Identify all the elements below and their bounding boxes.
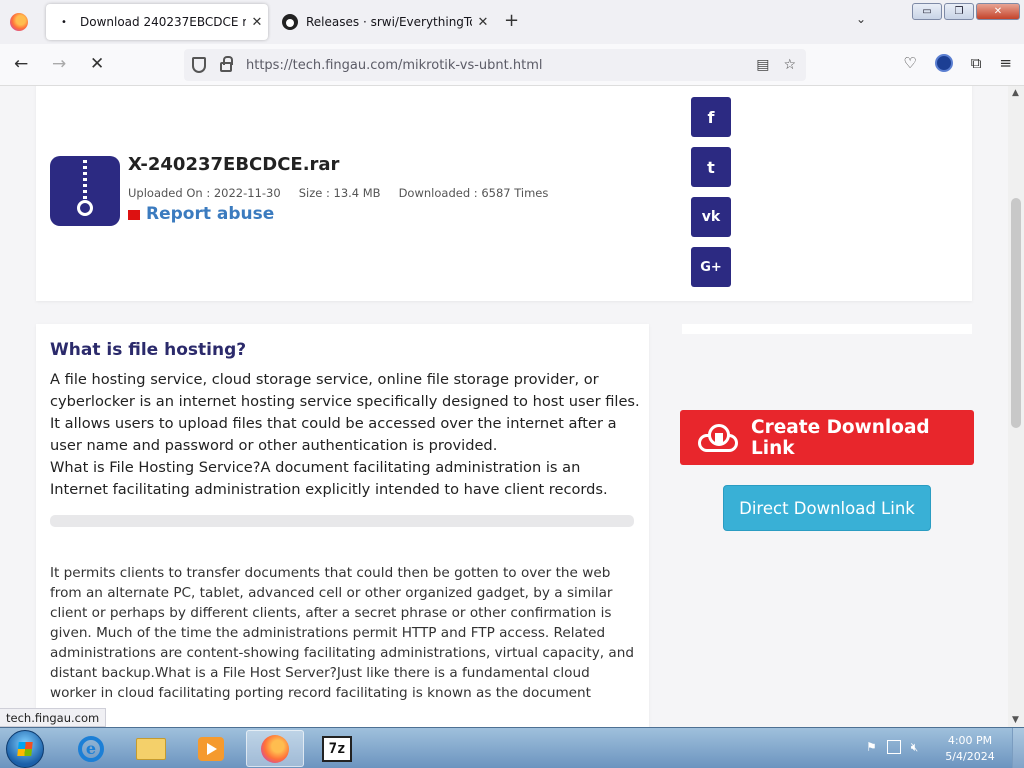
list-all-tabs-button[interactable]: ⌄	[856, 12, 866, 26]
flag-icon	[128, 210, 140, 220]
taskbar: e 7z ⚑ 🔇︎ 4:00 PM 5/4/2024	[0, 727, 1024, 768]
scroll-up-icon[interactable]: ▲	[1012, 88, 1019, 98]
paragraph-text: porting record facilitating is known as …	[234, 685, 591, 701]
close-tab-icon[interactable]: ✕	[472, 15, 494, 30]
facebook-share-button[interactable]: f	[691, 97, 731, 137]
paragraph-text: It permits clients to transfer documents…	[50, 565, 634, 701]
extensions-icon[interactable]: ⧉	[971, 54, 982, 72]
clock[interactable]: 4:00 PM 5/4/2024	[940, 733, 1000, 765]
maximize-button[interactable]: ❐	[944, 3, 974, 20]
taskbar-internet-explorer[interactable]: e	[62, 730, 120, 767]
taskbar-firefox[interactable]	[246, 730, 304, 767]
network-icon[interactable]	[886, 740, 901, 754]
upload-date: Uploaded On : 2022-11-30	[128, 186, 281, 200]
minimize-button[interactable]: ▭	[912, 3, 942, 20]
download-count: Downloaded : 6587 Times	[398, 186, 549, 200]
clock-date: 5/4/2024	[945, 750, 995, 763]
tab-bar: • Download 240237EBCDCE rar ✕ Releases ·…	[0, 0, 1024, 44]
report-abuse-label: Report abuse	[146, 204, 275, 224]
scroll-thumb[interactable]	[1011, 198, 1021, 428]
create-download-link-button[interactable]: Create Download Link	[680, 410, 974, 465]
article-paragraph: A file hosting service, cloud storage se…	[50, 369, 640, 501]
vk-share-button[interactable]: vk	[691, 197, 731, 237]
article-paragraph: It permits clients to transfer documents…	[50, 563, 640, 703]
report-abuse-link[interactable]: Report abuse	[128, 204, 274, 224]
loading-dot-icon: •	[61, 16, 67, 28]
show-desktop-button[interactable]	[1012, 728, 1024, 768]
tracking-protection-icon[interactable]	[192, 57, 206, 73]
menu-icon[interactable]: ≡	[999, 54, 1012, 72]
tab-download[interactable]: • Download 240237EBCDCE rar ✕	[46, 4, 268, 40]
action-center-flag-icon[interactable]: ⚑	[866, 740, 877, 755]
direct-download-link-button[interactable]: Direct Download Link	[723, 485, 931, 531]
system-tray: ⚑ 🔇︎	[866, 740, 918, 755]
cloud-download-icon	[698, 423, 738, 452]
window-controls: ▭ ❐ ✕	[912, 3, 1020, 20]
page-viewport: X-240237EBCDCE.rar Uploaded On : 2022-11…	[0, 86, 1008, 727]
lock-icon[interactable]	[220, 56, 233, 72]
zip-file-icon	[50, 156, 120, 226]
7zip-icon: 7z	[322, 735, 352, 762]
sidebar-card	[682, 324, 972, 334]
reader-view-icon[interactable]: ▤	[756, 57, 769, 73]
forward-button[interactable]: →	[52, 54, 66, 74]
stop-loading-button[interactable]: ✕	[90, 54, 104, 74]
back-button[interactable]: ←	[14, 54, 28, 74]
taskbar-media-player[interactable]	[182, 730, 240, 767]
taskbar-file-explorer[interactable]	[122, 730, 180, 767]
nav-bar: ← → ✕ https://tech.fingau.com/mikrotik-v…	[0, 44, 1024, 86]
content-divider	[50, 515, 634, 527]
paragraph-text: What is File Hosting Service?A document …	[50, 459, 608, 498]
scroll-down-icon[interactable]: ▼	[1012, 715, 1019, 725]
close-tab-icon[interactable]: ✕	[246, 15, 268, 30]
start-button[interactable]	[6, 730, 44, 768]
file-meta: Uploaded On : 2022-11-30 Size : 13.4 MB …	[128, 186, 548, 200]
taskbar-7zip[interactable]: 7z	[308, 730, 366, 767]
tab-releases[interactable]: Releases · srwi/EverythingToolb ✕	[272, 4, 494, 40]
tab-title: Releases · srwi/EverythingToolb	[306, 15, 472, 29]
github-icon	[282, 14, 298, 30]
section-title: What is file hosting?	[50, 340, 247, 360]
volume-muted-icon[interactable]: 🔇︎	[911, 740, 919, 755]
google-plus-share-button[interactable]: G+	[691, 247, 731, 287]
pocket-icon[interactable]: ♡	[903, 54, 916, 72]
firefox-icon[interactable]	[10, 13, 28, 31]
tab-title: Download 240237EBCDCE rar	[80, 15, 246, 29]
paragraph-text: A file hosting service, cloud storage se…	[50, 371, 640, 454]
firefox-icon	[261, 734, 289, 763]
create-download-label: Create Download Link	[751, 416, 930, 459]
media-player-icon	[198, 736, 224, 761]
file-name: X-240237EBCDCE.rar	[128, 154, 340, 175]
url-text[interactable]: https://tech.fingau.com/mikrotik-vs-ubnt…	[246, 58, 756, 73]
new-tab-button[interactable]: +	[504, 10, 519, 31]
bookmark-star-icon[interactable]: ☆	[783, 57, 796, 73]
internet-explorer-icon: e	[78, 735, 104, 762]
twitter-share-button[interactable]: t	[691, 147, 731, 187]
folder-icon	[136, 737, 166, 760]
status-bar-url: tech.fingau.com	[0, 708, 107, 727]
close-window-button[interactable]: ✕	[976, 3, 1020, 20]
address-bar[interactable]: https://tech.fingau.com/mikrotik-vs-ubnt…	[184, 49, 806, 81]
clock-time: 4:00 PM	[947, 734, 993, 747]
file-size: Size : 13.4 MB	[298, 186, 381, 200]
account-icon[interactable]	[934, 54, 953, 72]
vertical-scrollbar[interactable]: ▲ ▼	[1008, 86, 1024, 727]
